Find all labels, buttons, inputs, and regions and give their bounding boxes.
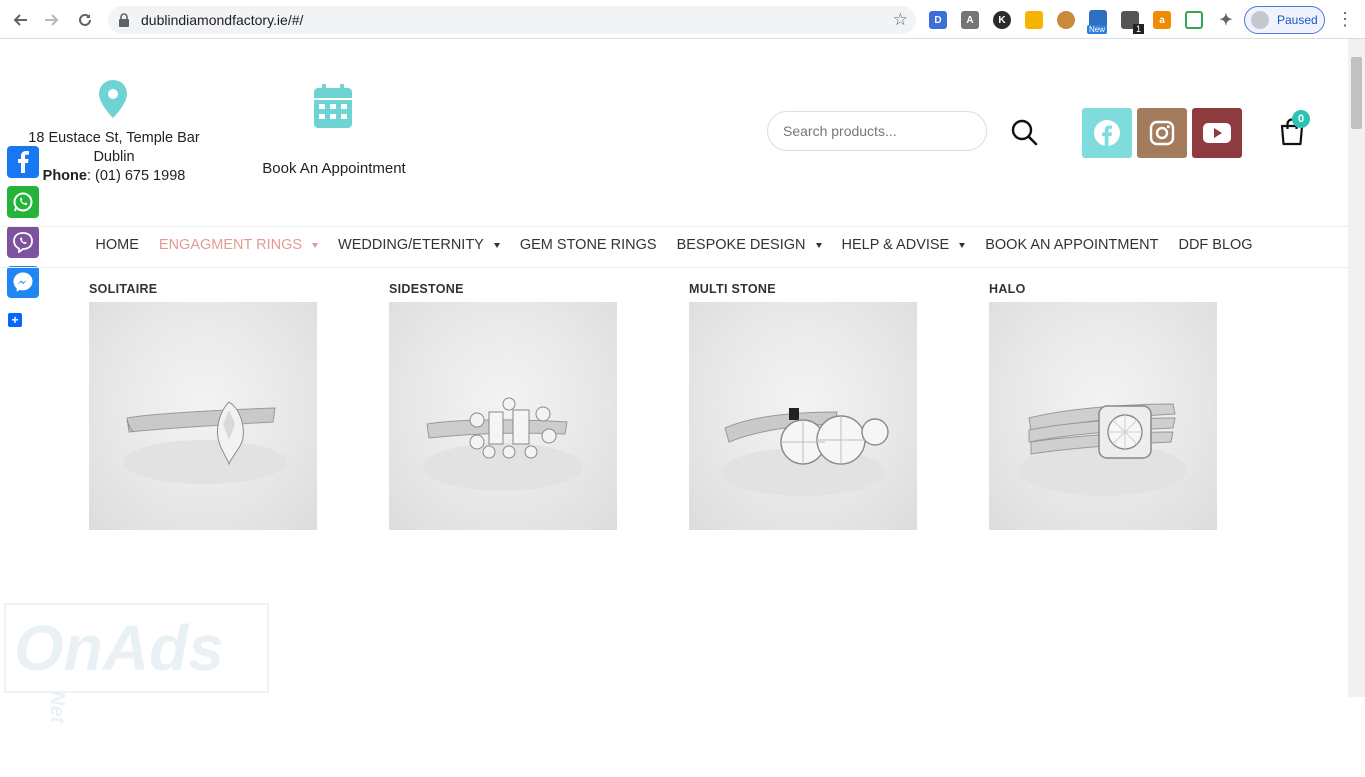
reload-icon[interactable] — [73, 8, 97, 32]
category-solitaire[interactable]: SOLITAIRE — [89, 282, 317, 530]
nav-item-bespoke-design[interactable]: BESPOKE DESIGN — [677, 237, 822, 253]
phone-value: : (01) 675 1998 — [86, 168, 186, 184]
store-address: 18 Eustace St, Temple Bar Dublin Phone: … — [20, 129, 208, 186]
extension-cookie-icon[interactable] — [1057, 11, 1075, 29]
phone-line[interactable]: Phone: (01) 675 1998 — [20, 167, 208, 186]
extension-d-icon[interactable]: D — [929, 11, 947, 29]
profile-status: Paused — [1277, 13, 1318, 27]
scrollbar-thumb[interactable] — [1351, 57, 1362, 129]
three-stone-ring-image[interactable] — [689, 302, 917, 530]
nav-item-help-advise[interactable]: HELP & ADVISE — [842, 237, 966, 253]
url-text: dublindiamondfactory.ie/#/ — [141, 12, 304, 28]
category-title[interactable]: MULTI STONE — [689, 282, 917, 296]
caret-down-icon — [493, 242, 500, 248]
pear-solitaire-ring-image[interactable] — [89, 302, 317, 530]
category-title[interactable]: SIDESTONE — [389, 282, 617, 296]
nav-top-divider — [0, 226, 1348, 227]
share-facebook-button[interactable] — [7, 146, 39, 178]
avatar — [1251, 11, 1269, 29]
nav-label: GEM STONE RINGS — [519, 237, 657, 253]
extension-grey-icon[interactable]: A — [961, 11, 979, 29]
search-icon[interactable] — [1010, 118, 1038, 146]
forward-icon[interactable] — [40, 8, 64, 32]
profile-button[interactable]: Paused — [1244, 6, 1325, 34]
nav-label: WEDDING/ETERNITY — [338, 237, 484, 253]
nav-label: HELP & ADVISE — [841, 237, 950, 253]
nav-item-gem-stone-rings[interactable]: GEM STONE RINGS — [520, 237, 657, 253]
category-title[interactable]: SOLITAIRE — [89, 282, 317, 296]
share-whatsapp-button[interactable] — [7, 186, 39, 218]
share-more-icon[interactable]: + — [8, 313, 22, 327]
category-sidestone[interactable]: SIDESTONE — [389, 282, 617, 530]
onads-watermark: OnAds Net — [4, 603, 269, 723]
main-navigation: HOME ENGAGMENT RINGS WEDDING/ETERNITY GE… — [0, 237, 1348, 253]
extension-yellow-icon[interactable] — [1025, 11, 1043, 29]
search-input[interactable]: Search products... — [767, 111, 987, 151]
youtube-button[interactable] — [1192, 108, 1242, 158]
caret-down-icon — [815, 242, 822, 248]
back-icon[interactable] — [8, 8, 32, 32]
nav-label: ENGAGMENT RINGS — [158, 237, 303, 253]
calendar-icon[interactable] — [314, 84, 352, 128]
share-messenger-button[interactable] — [7, 266, 39, 298]
nav-label: HOME — [95, 237, 139, 253]
browser-menu-icon[interactable]: ⋮ — [1336, 9, 1354, 30]
nav-label: BOOK AN APPOINTMENT — [985, 237, 1159, 253]
nav-item-book-appointment[interactable]: BOOK AN APPOINTMENT — [985, 237, 1158, 253]
category-multi-stone[interactable]: MULTI STONE — [689, 282, 917, 530]
engagement-rings-dropdown: SOLITAIRE SIDESTONE MULTI STONE HALO — [74, 268, 1274, 550]
watermark-text: OnAds — [14, 612, 224, 684]
facebook-icon — [1094, 120, 1120, 146]
extensions-puzzle-icon[interactable]: ✦ — [1217, 11, 1235, 29]
extension-amazon-icon[interactable]: a — [1153, 11, 1171, 29]
map-pin-icon — [99, 80, 127, 118]
lock-icon — [119, 13, 129, 27]
page-scrollbar[interactable] — [1348, 39, 1365, 697]
nav-item-engagement-rings[interactable]: ENGAGMENT RINGS — [158, 237, 319, 253]
browser-toolbar: dublindiamondfactory.ie/#/ ☆ D A K New 1… — [0, 0, 1365, 39]
caret-down-icon — [312, 242, 319, 248]
youtube-icon — [1203, 123, 1231, 143]
category-title[interactable]: HALO — [989, 282, 1217, 296]
extension-pocket-icon[interactable] — [1185, 11, 1203, 29]
nav-label: DDF BLOG — [1178, 237, 1253, 253]
cart-count-badge: 0 — [1292, 110, 1310, 128]
baguette-sidestone-ring-image[interactable] — [389, 302, 617, 530]
facebook-button[interactable] — [1082, 108, 1132, 158]
nav-item-home[interactable]: HOME — [95, 237, 139, 253]
address-line-1: 18 Eustace St, Temple Bar — [28, 130, 200, 146]
phone-label: Phone — [42, 168, 87, 184]
whatsapp-icon — [13, 192, 33, 212]
nav-item-ddf-blog[interactable]: DDF BLOG — [1178, 237, 1252, 253]
extension-new-badge: New — [1087, 25, 1108, 34]
extension-k-icon[interactable]: K — [993, 11, 1011, 29]
nav-label: BESPOKE DESIGN — [676, 237, 806, 253]
watermark-suffix: Net — [46, 691, 68, 724]
book-appointment-link[interactable]: Book An Appointment — [240, 160, 428, 177]
extension-count-badge: 1 — [1133, 24, 1145, 34]
facebook-f-icon — [18, 151, 29, 173]
category-halo[interactable]: HALO — [989, 282, 1217, 530]
bookmark-star-icon[interactable]: ☆ — [893, 10, 908, 30]
messenger-icon — [13, 272, 33, 292]
instagram-button[interactable] — [1137, 108, 1187, 158]
halo-split-shank-ring-image[interactable] — [989, 302, 1217, 530]
nav-item-wedding-eternity[interactable]: WEDDING/ETERNITY — [338, 237, 500, 253]
address-bar[interactable]: dublindiamondfactory.ie/#/ ☆ — [108, 6, 916, 34]
address-line-2: Dublin — [93, 149, 135, 165]
instagram-icon — [1149, 120, 1175, 146]
caret-down-icon — [959, 242, 966, 248]
